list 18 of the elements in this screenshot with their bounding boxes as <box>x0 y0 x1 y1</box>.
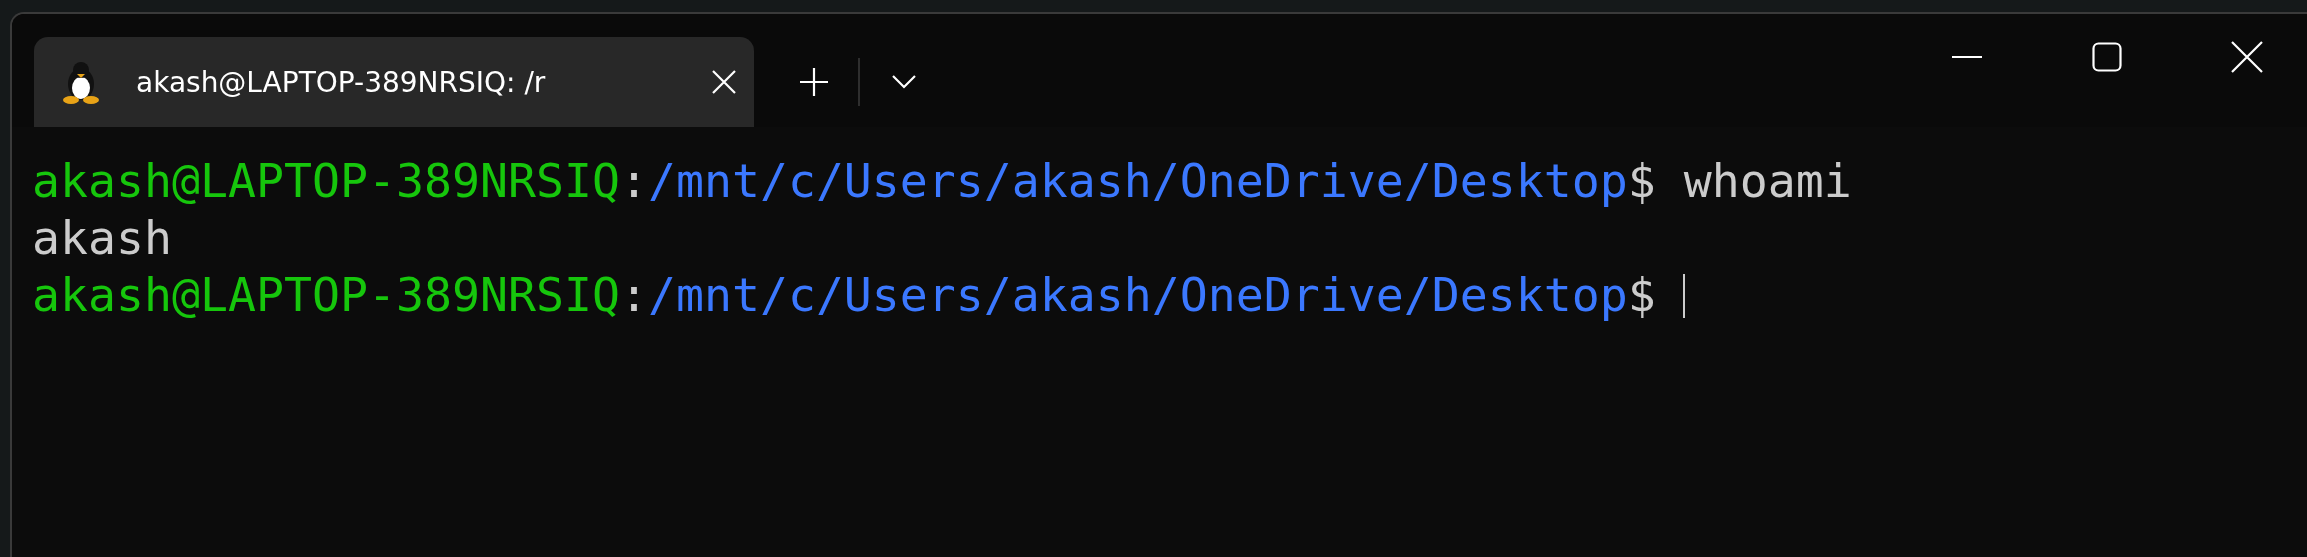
terminal-text: : <box>619 153 648 210</box>
prompt-path: /mnt/c/Users/akash/OneDrive/Desktop <box>647 267 1628 324</box>
chevron-down-icon <box>892 75 916 89</box>
penguin-icon <box>62 60 100 104</box>
terminal-text: $ <box>1627 267 1656 324</box>
plus-icon <box>799 67 829 97</box>
close-icon <box>2231 40 2263 73</box>
tab-title: akash@LAPTOP-389NRSIQ: /r <box>136 65 547 99</box>
terminal-text: $ whoami <box>1627 153 1852 210</box>
close-icon <box>711 69 737 95</box>
maximize-icon <box>2092 41 2122 72</box>
terminal-text: akash <box>32 210 172 267</box>
terminal-text: : <box>619 267 648 324</box>
prompt-user: akash@LAPTOP-389NRSIQ <box>32 267 620 324</box>
prompt-user: akash@LAPTOP-389NRSIQ <box>32 153 620 210</box>
prompt-path: /mnt/c/Users/akash/OneDrive/Desktop <box>647 153 1628 210</box>
minimize-icon <box>1952 54 1982 59</box>
terminal-tab[interactable]: akash@LAPTOP-389NRSIQ: /r <box>34 37 754 127</box>
